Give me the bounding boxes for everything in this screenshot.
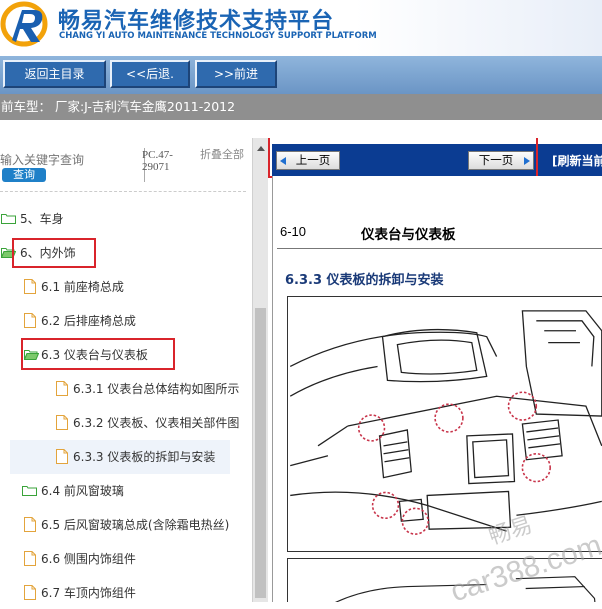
tree-item[interactable]: 5、车身 (0, 202, 246, 236)
document-icon (24, 585, 36, 600)
document-page: 6-10 仪表台与仪表板 6.3.3 仪表板的拆卸与安装 (272, 176, 602, 602)
subsection-title: 6.3.3 仪表板的拆卸与安装 (285, 273, 444, 288)
tree-item-selected[interactable]: 6.3.3 仪表板的拆卸与安装 (10, 440, 230, 474)
header-band (355, 0, 602, 56)
tree-item[interactable]: 6.1 前座椅总成 (0, 270, 246, 304)
dashboard-diagram (287, 296, 602, 552)
folder-icon (1, 214, 16, 224)
forward-button[interactable]: >>前进 (195, 60, 277, 88)
tree-item-label: 6.1 前座椅总成 (41, 280, 124, 294)
collapse-all-link[interactable]: 折叠全部 (200, 149, 246, 161)
section-title: 仪表台与仪表板 (361, 227, 456, 243)
highlight-box (268, 138, 538, 178)
tree-item[interactable]: 6.2 后排座椅总成 (0, 304, 246, 338)
app-subtitle: CHANG YI AUTO MAINTENANCE TECHNOLOGY SUP… (59, 31, 377, 41)
tree-item[interactable]: 6.6 侧围内饰组件 (0, 542, 246, 576)
tree-item[interactable]: 6.3.2 仪表板、仪表相关部件图 (0, 406, 246, 440)
catalog-panel: 查询 PC.47-29071 折叠全部 5、车身 6、内外饰 6.1 前座椅总成… (0, 138, 252, 602)
home-button[interactable]: 返回主目录 (3, 60, 106, 88)
tree-item-label: 6.3.2 仪表板、仪表相关部件图 (73, 416, 240, 430)
tree-item-label: 6.5 后风窗玻璃总成(含除霜电热丝) (41, 518, 230, 532)
spacer (0, 120, 602, 138)
tree-item-label: 6.4 前风窗玻璃 (41, 484, 124, 498)
folder-icon (22, 486, 37, 496)
highlight-box (21, 338, 175, 370)
section-number: 6-10 (280, 224, 307, 239)
divider (277, 248, 602, 249)
tree-item-label: 6.3.3 仪表板的拆卸与安装 (73, 450, 216, 464)
tree-item[interactable]: 6.7 车顶内饰组件 (0, 576, 246, 602)
back-button[interactable]: <<后退. (110, 60, 190, 88)
search-input[interactable] (0, 152, 96, 168)
current-model-bar: 前车型： 厂家:J-吉利汽车金鹰2011-2012 (0, 94, 602, 120)
divider (0, 191, 246, 192)
tree-item-label: 5、车身 (20, 212, 64, 226)
scrollbar-thumb[interactable] (255, 308, 266, 598)
document-icon (24, 279, 36, 294)
document-icon (56, 415, 68, 430)
scroll-up-icon[interactable] (257, 146, 265, 151)
document-icon (56, 381, 68, 396)
document-icon (56, 449, 68, 464)
logo-icon (0, 1, 48, 47)
tree-item-label: 6.3.1 仪表台总体结构如图所示 (73, 382, 240, 396)
document-icon (24, 517, 36, 532)
tree-item-label: 6.2 后排座椅总成 (41, 314, 136, 328)
tree-item-label: 6.6 侧围内饰组件 (41, 552, 136, 566)
document-icon (24, 313, 36, 328)
pc-code: PC.47-29071 (142, 149, 173, 173)
tree-item[interactable]: 6.3.1 仪表台总体结构如图所示 (0, 372, 246, 406)
catalog-scrollbar[interactable] (252, 138, 268, 602)
document-viewer: 上一页 下一页 [刷新当前 6-10 仪表台与仪表板 6.3.3 仪表板的拆卸与… (268, 138, 602, 602)
tree-item[interactable]: 6.5 后风窗玻璃总成(含除霜电热丝) (0, 508, 246, 542)
highlight-box (12, 238, 96, 268)
tree-item[interactable]: 6.4 前风窗玻璃 (0, 474, 246, 508)
tree-item-label: 6.7 车顶内饰组件 (41, 586, 136, 600)
refresh-link[interactable]: [刷新当前 (552, 152, 602, 169)
search-button[interactable]: 查询 (2, 168, 46, 182)
main-nav: 返回主目录 <<后退. >>前进 (0, 56, 602, 94)
document-icon (24, 551, 36, 566)
app-header: 畅易汽车维修技术支持平台 CHANG YI AUTO MAINTENANCE T… (0, 0, 602, 56)
